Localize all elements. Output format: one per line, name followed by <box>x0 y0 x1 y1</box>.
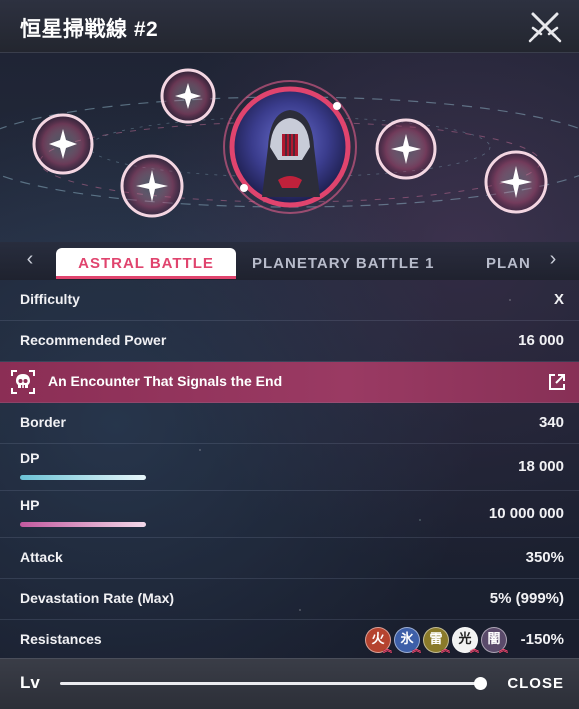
row-resistances: Resistances 火 ︽ 氷 ︽ 雷 ︽ 光 ︽ 闇 ︽ -150% <box>0 620 579 661</box>
thunder-resistance-icon: 雷 ︽ <box>423 627 450 655</box>
dp-bar <box>20 475 146 480</box>
resistances-label: Resistances <box>20 631 102 647</box>
boss-node[interactable] <box>223 80 357 214</box>
difficulty-value: X <box>553 291 564 308</box>
difficulty-label: Difficulty <box>20 291 80 307</box>
hp-bar <box>20 522 146 527</box>
encounter-banner[interactable]: An Encounter That Signals the End <box>0 362 579 403</box>
level-label: Lv <box>20 673 40 692</box>
fire-resistance-icon: 火 ︽ <box>365 627 392 655</box>
devastation-label: Devastation Rate (Max) <box>20 590 175 606</box>
hp-label: HP <box>20 497 40 513</box>
close-button[interactable]: CLOSE <box>507 675 564 692</box>
border-label: Border <box>20 414 66 430</box>
page-title: 恒星掃戦線 #2 <box>20 18 159 41</box>
crossed-swords-icon[interactable] <box>525 6 565 46</box>
tab-prev-arrow-icon[interactable]: ‹ <box>18 248 42 271</box>
stage-node-3[interactable] <box>120 154 184 218</box>
ice-resistance-icon: 氷 ︽ <box>394 627 421 655</box>
recommended-power-label: Recommended Power <box>20 332 167 348</box>
recommended-power-value: 16 000 <box>518 332 564 349</box>
stats-list: Difficulty X Recommended Power 16 000 An… <box>0 280 579 661</box>
skull-icon <box>10 369 36 395</box>
row-devastation-rate: Devastation Rate (Max) 5% (999%) <box>0 579 579 620</box>
tab-planetary-battle-1[interactable]: PLANETARY BATTLE 1 <box>252 248 434 278</box>
external-link-icon[interactable] <box>547 372 567 392</box>
battle-tabs: ‹ ASTRAL BATTLE PLANETARY BATTLE 1 PLAN … <box>0 242 579 280</box>
border-value: 340 <box>538 414 564 431</box>
tab-next-arrow-icon[interactable]: › <box>541 248 565 271</box>
attack-value: 350% <box>525 549 564 566</box>
row-difficulty: Difficulty X <box>0 280 579 321</box>
tab-astral-battle[interactable]: ASTRAL BATTLE <box>56 248 236 279</box>
stage-node-2[interactable] <box>160 68 216 124</box>
hp-value: 10 000 000 <box>488 505 564 522</box>
attack-label: Attack <box>20 549 63 565</box>
row-recommended-power: Recommended Power 16 000 <box>0 321 579 362</box>
stage-node-5[interactable] <box>484 150 548 214</box>
dp-label: DP <box>20 450 40 466</box>
devastation-value: 5% (999%) <box>489 590 564 607</box>
dp-value: 18 000 <box>518 458 564 475</box>
header-bar: 恒星掃戦線 #2 <box>0 0 579 53</box>
resistances-value: -150% <box>520 631 564 648</box>
stage-node-1[interactable] <box>32 113 94 175</box>
level-slider-thumb[interactable] <box>473 677 487 690</box>
row-attack: Attack 350% <box>0 538 579 579</box>
resistance-icons: 火 ︽ 氷 ︽ 雷 ︽ 光 ︽ 闇 ︽ <box>365 627 508 655</box>
tab-planetary-battle-2[interactable]: PLAN <box>486 248 530 278</box>
light-resistance-icon: 光 ︽ <box>452 627 479 655</box>
battle-map-scene <box>0 52 579 242</box>
row-dp: DP 18 000 <box>0 444 579 491</box>
dark-resistance-icon: 闇 ︽ <box>481 627 508 655</box>
row-border: Border 340 <box>0 403 579 444</box>
row-hp: HP 10 000 000 <box>0 491 579 538</box>
encounter-title: An Encounter That Signals the End <box>48 373 283 389</box>
footer-bar: Lv CLOSE <box>0 658 579 709</box>
level-slider-track[interactable] <box>60 682 480 685</box>
stage-node-4[interactable] <box>375 118 437 180</box>
